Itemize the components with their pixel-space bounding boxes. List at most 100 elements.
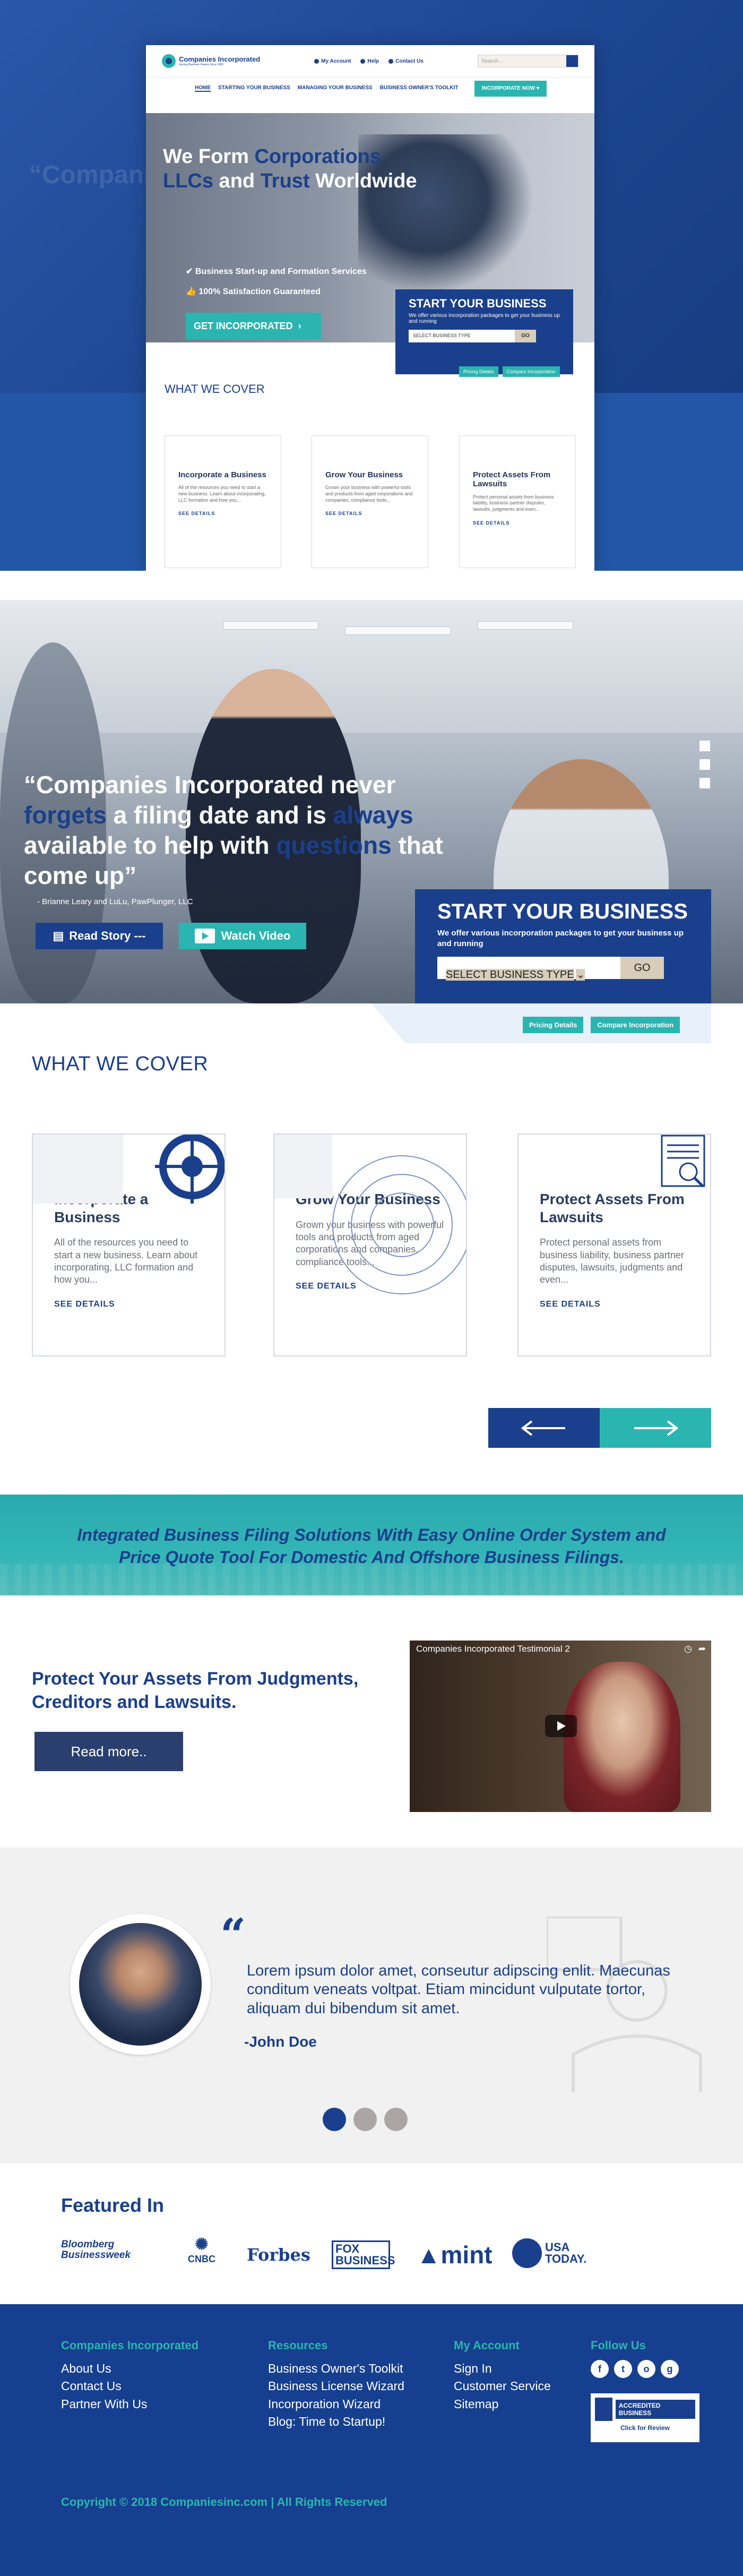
footer-link-about[interactable]: About Us: [61, 2360, 198, 2377]
pricing-details-button[interactable]: Pricing Details: [523, 1017, 584, 1033]
slider-dot[interactable]: [699, 778, 710, 788]
next-button[interactable]: [600, 1408, 711, 1448]
nav-starting[interactable]: STARTING YOUR BUSINESS: [218, 85, 290, 92]
card-grow[interactable]: Grow Your Business Grown your business w…: [273, 1134, 467, 1356]
card-title: Incorporate a Business: [178, 470, 266, 479]
bloomberg-logo[interactable]: Bloomberg Businessweek: [61, 2239, 162, 2261]
phone-icon: [388, 58, 394, 64]
headline-part: and: [213, 169, 261, 192]
mockup-card-incorporate[interactable]: Incorporate a Business All of the resour…: [165, 435, 281, 568]
cnbc-logo[interactable]: ✺ CNBC: [175, 2235, 228, 2265]
see-details-link[interactable]: SEE DETAILS: [325, 511, 414, 516]
see-details-link[interactable]: SEE DETAILS: [473, 520, 562, 526]
mint-logo[interactable]: ▲mint: [417, 2240, 493, 2269]
nav-managing[interactable]: MANAGING YOUR BUSINESS: [298, 85, 373, 92]
footer-col-account: My Account Sign In Customer Service Site…: [454, 2339, 551, 2413]
bullet-1: ✔ Business Start-up and Formation Servic…: [186, 267, 367, 276]
footer-heading: Resources: [268, 2339, 328, 2352]
compare-incorporation-button[interactable]: Compare Incorporation: [591, 1017, 680, 1033]
video-title: Companies Incorporated Testimonial 2: [416, 1644, 570, 1654]
footer-link-contact[interactable]: Contact Us: [61, 2377, 198, 2395]
footer-link-wizard[interactable]: Incorporation Wizard: [268, 2395, 404, 2413]
card-protect[interactable]: Protect Assets From Lawsuits Protect per…: [517, 1134, 711, 1356]
footer-link-sitemap[interactable]: Sitemap: [454, 2395, 551, 2413]
mockup-search-input[interactable]: Search...: [477, 55, 578, 67]
see-details-link[interactable]: SEE DETAILS: [54, 1300, 203, 1309]
help-link[interactable]: Help: [360, 58, 379, 64]
usa-today-label: USA TODAY.: [545, 2240, 587, 2265]
page-dot-2[interactable]: [353, 2108, 377, 2131]
search-icon[interactable]: [566, 55, 578, 67]
bullet-2: 👍 100% Satisfaction Guaranteed: [186, 287, 321, 296]
select-field[interactable]: SELECT BUSINESS TYPE ⌄: [437, 957, 620, 981]
mockup-card-grow[interactable]: Grow Your Business Grown your business w…: [312, 435, 428, 568]
solutions-banner: Integrated Business Filing Solutions Wit…: [0, 1495, 743, 1595]
instagram-icon[interactable]: o: [637, 2360, 655, 2378]
chevron-down-icon: ⌄: [576, 969, 585, 981]
banner-text: Integrated Business Filing Solutions Wit…: [0, 1524, 743, 1568]
nav-toolkit[interactable]: BUSINESS OWNER'S TOOLKIT: [380, 85, 459, 92]
footer-col-company: Companies Incorporated About Us Contact …: [61, 2339, 198, 2413]
testimonial-video[interactable]: Companies Incorporated Testimonial 2 ◷ ➦: [410, 1641, 711, 1812]
clock-icon[interactable]: ◷: [684, 1644, 692, 1654]
bbb-badge[interactable]: ACCREDITED BUSINESS Click for Review: [591, 2393, 699, 2442]
contact-link[interactable]: Contact Us: [388, 58, 424, 64]
card-incorporate[interactable]: Incorporate a Business All of the resour…: [32, 1134, 226, 1356]
read-more-button[interactable]: Read more..: [34, 1732, 183, 1771]
my-account-link[interactable]: My Account: [314, 58, 351, 64]
mockup-logo[interactable]: Companies Incorporated Serving Business …: [162, 54, 260, 68]
mockup-card-protect[interactable]: Protect Assets From Lawsuits Protect per…: [459, 435, 576, 568]
hero-buttons: ▤ Read Story --- Watch Video: [36, 923, 306, 949]
incorporate-now-button[interactable]: INCORPORATE NOW ▾: [474, 80, 547, 97]
slider-dot[interactable]: [699, 759, 710, 770]
my-account-label: My Account: [321, 58, 351, 64]
ceiling-light: [478, 621, 573, 630]
nav-home[interactable]: HOME: [195, 85, 211, 92]
facebook-icon[interactable]: f: [591, 2360, 609, 2378]
copyright: Copyright © 2018 Companiesinc.com | All …: [61, 2495, 387, 2509]
play-icon[interactable]: [545, 1715, 577, 1737]
share-icon[interactable]: ➦: [698, 1644, 706, 1654]
footer-link-signin[interactable]: Sign In: [454, 2360, 551, 2377]
banner-line: Integrated Business Filing Solutions Wit…: [77, 1525, 666, 1544]
usa-today-logo[interactable]: USA TODAY.: [512, 2238, 593, 2268]
read-story-label: Read Story ---: [69, 929, 146, 942]
twitter-icon[interactable]: t: [614, 2360, 632, 2378]
footer-link-license[interactable]: Business License Wizard: [268, 2377, 404, 2395]
page-dot-3[interactable]: [384, 2108, 408, 2131]
box-subtitle: We offer various incorporation packages …: [437, 929, 684, 948]
incorporate-now-label: INCORPORATE NOW: [481, 85, 535, 91]
forbes-logo[interactable]: Forbes: [247, 2245, 310, 2265]
page-dot-1[interactable]: [323, 2108, 346, 2131]
footer-heading: My Account: [454, 2339, 520, 2352]
quote-part: “Companies Incorporated never: [24, 771, 396, 798]
go-button[interactable]: GO: [515, 330, 536, 342]
fox-business-logo[interactable]: FOX BUSINESS: [332, 2240, 395, 2269]
footer-link-blog[interactable]: Blog: Time to Startup!: [268, 2413, 404, 2431]
carousel-arrows: [488, 1408, 711, 1448]
footer-link-service[interactable]: Customer Service: [454, 2377, 551, 2395]
get-incorporated-button[interactable]: GET INCORPORATED ›: [186, 313, 321, 339]
footer-link-partner[interactable]: Partner With Us: [61, 2395, 198, 2413]
arrow-left-icon: [521, 1420, 565, 1436]
footer-link-toolkit[interactable]: Business Owner's Toolkit: [268, 2360, 404, 2377]
slider-dot[interactable]: [699, 741, 710, 751]
help-icon: [360, 58, 366, 64]
pricing-details-button[interactable]: Pricing Details: [459, 366, 498, 377]
testimonial-text: Lorem ipsum dolor amet, conseutur adipsc…: [247, 1962, 670, 2017]
testimonial-author: -John Doe: [244, 2033, 317, 2050]
go-button[interactable]: GO: [620, 957, 664, 979]
headline-part: Worldwide: [309, 169, 417, 192]
business-type-select[interactable]: SELECT BUSINESS TYPE GO: [409, 330, 560, 342]
testimonial-section: “ Lorem ipsum dolor amet, conseutur adip…: [0, 1848, 743, 2163]
quote-part: that: [391, 831, 443, 860]
previous-button[interactable]: [488, 1408, 600, 1448]
read-story-button[interactable]: ▤ Read Story ---: [36, 923, 163, 949]
see-details-link[interactable]: SEE DETAILS: [178, 511, 267, 516]
business-type-select[interactable]: SELECT BUSINESS TYPE ⌄ GO: [437, 957, 689, 981]
footer-heading: Companies Incorporated: [61, 2339, 199, 2352]
compare-incorporation-button[interactable]: Compare Incorporation: [502, 366, 560, 377]
google-plus-icon[interactable]: g: [661, 2360, 679, 2378]
watch-video-button[interactable]: Watch Video: [179, 923, 306, 949]
see-details-link[interactable]: SEE DETAILS: [540, 1300, 689, 1309]
